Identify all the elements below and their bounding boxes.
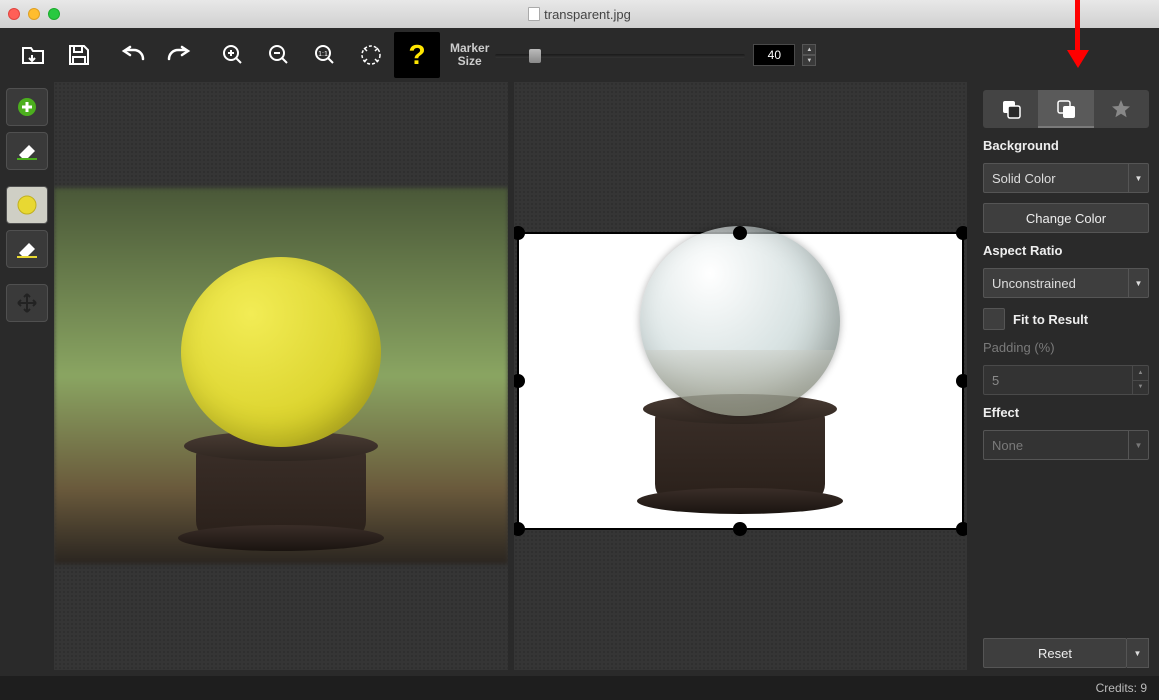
- erase-mark-button[interactable]: [6, 132, 48, 170]
- foreground-erase-button[interactable]: [6, 230, 48, 268]
- minimize-window-button[interactable]: [28, 8, 40, 20]
- svg-text:?: ?: [408, 40, 425, 70]
- add-mark-button[interactable]: [6, 88, 48, 126]
- change-color-button[interactable]: Change Color: [983, 203, 1149, 233]
- stepper-down[interactable]: ▼: [1133, 381, 1148, 395]
- redo-button[interactable]: [156, 32, 202, 78]
- credits-label: Credits: 9: [1096, 681, 1147, 695]
- top-toolbar: 1:1 ? Marker Size ▲ ▼: [0, 28, 1159, 82]
- document-icon: [528, 7, 540, 21]
- save-button[interactable]: [56, 32, 102, 78]
- fit-to-result-label: Fit to Result: [1013, 312, 1088, 327]
- tab-foreground[interactable]: [983, 90, 1038, 128]
- chevron-down-icon: ▼: [1135, 279, 1143, 288]
- background-label: Background: [983, 138, 1149, 153]
- tab-background[interactable]: [1038, 90, 1093, 128]
- chevron-down-icon: ▼: [1135, 174, 1143, 183]
- aspect-ratio-label: Aspect Ratio: [983, 243, 1149, 258]
- reset-button[interactable]: Reset: [983, 638, 1127, 668]
- crop-handle-bl[interactable]: [514, 522, 525, 536]
- status-bar: Credits: 9: [0, 676, 1159, 700]
- foreground-brush-button[interactable]: [6, 186, 48, 224]
- stepper-up[interactable]: ▲: [802, 44, 816, 55]
- chevron-down-icon: ▼: [1135, 441, 1143, 450]
- crop-handle-ml[interactable]: [514, 374, 525, 388]
- crop-handle-tr[interactable]: [956, 226, 967, 240]
- stepper-down[interactable]: ▼: [802, 55, 816, 66]
- marker-size-label: Marker Size: [450, 42, 489, 68]
- undo-button[interactable]: [110, 32, 156, 78]
- chevron-down-icon: ▼: [1134, 649, 1142, 658]
- zoom-actual-button[interactable]: 1:1: [302, 32, 348, 78]
- aspect-ratio-select[interactable]: Unconstrained ▼: [983, 268, 1149, 298]
- padding-input[interactable]: 5 ▲▼: [983, 365, 1149, 395]
- marker-size-input[interactable]: [753, 44, 795, 66]
- zoom-out-button[interactable]: [256, 32, 302, 78]
- zoom-window-button[interactable]: [48, 8, 60, 20]
- open-file-button[interactable]: [10, 32, 56, 78]
- crop-handle-bm[interactable]: [733, 522, 747, 536]
- reset-menu-button[interactable]: ▼: [1127, 638, 1149, 668]
- effect-label: Effect: [983, 405, 1149, 420]
- crop-handle-br[interactable]: [956, 522, 967, 536]
- crop-frame[interactable]: [517, 232, 965, 530]
- marker-size-stepper[interactable]: ▲ ▼: [802, 44, 816, 66]
- crop-handle-mr[interactable]: [956, 374, 967, 388]
- left-toolbar: [0, 82, 54, 676]
- result-canvas[interactable]: [514, 82, 968, 670]
- svg-text:1:1: 1:1: [318, 51, 328, 58]
- background-mode-select[interactable]: Solid Color ▼: [983, 163, 1149, 193]
- tab-effects[interactable]: [1094, 90, 1149, 128]
- window-titlebar: transparent.jpg: [0, 0, 1159, 28]
- stepper-up[interactable]: ▲: [1133, 366, 1148, 381]
- settings-panel: Background Solid Color ▼ Change Color As…: [973, 82, 1159, 676]
- window-title: transparent.jpg: [544, 7, 631, 22]
- zoom-in-button[interactable]: [210, 32, 256, 78]
- padding-label: Padding (%): [983, 340, 1149, 355]
- zoom-fit-button[interactable]: [348, 32, 394, 78]
- effect-select[interactable]: None ▼: [983, 430, 1149, 460]
- marker-size-slider[interactable]: [495, 46, 745, 64]
- crop-handle-tl[interactable]: [514, 226, 525, 240]
- close-window-button[interactable]: [8, 8, 20, 20]
- fit-to-result-checkbox[interactable]: [983, 308, 1005, 330]
- source-canvas[interactable]: [54, 82, 508, 670]
- help-button[interactable]: ?: [394, 32, 440, 78]
- pan-tool-button[interactable]: [6, 284, 48, 322]
